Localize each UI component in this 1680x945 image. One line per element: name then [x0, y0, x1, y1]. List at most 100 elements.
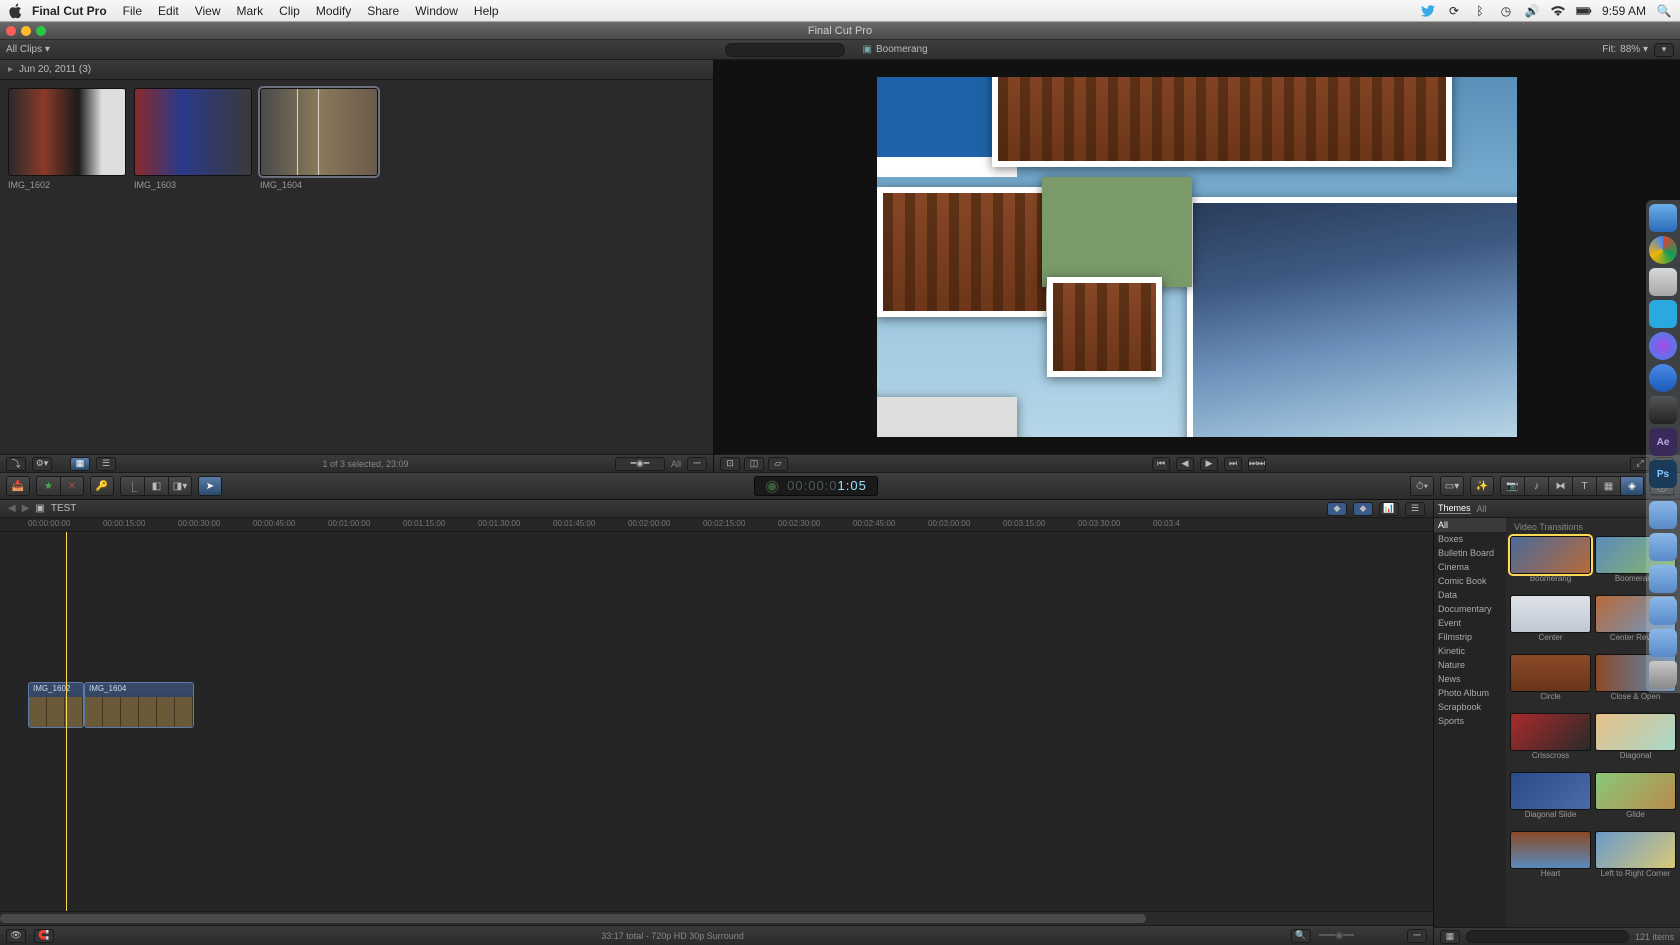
- timeline-history-fwd-icon[interactable]: ▶: [22, 503, 30, 514]
- dock-twitter-icon[interactable]: [1649, 300, 1677, 328]
- effects-new-button[interactable]: ▦: [1440, 930, 1460, 944]
- effects-category-item[interactable]: Kinetic: [1434, 644, 1506, 658]
- clip-item[interactable]: IMG_1602: [8, 88, 126, 190]
- viewer-settings-button[interactable]: ▾: [1654, 43, 1674, 57]
- playhead[interactable]: [66, 532, 67, 911]
- timeline-clip[interactable]: IMG_1604: [84, 682, 194, 728]
- themes-tab[interactable]: Themes: [1438, 503, 1471, 514]
- effects-category-item[interactable]: Filmstrip: [1434, 630, 1506, 644]
- dock-folder-icon[interactable]: [1649, 501, 1677, 529]
- sync-icon[interactable]: ⟳: [1446, 3, 1462, 19]
- twitter-icon[interactable]: [1420, 3, 1436, 19]
- favorite-button[interactable]: ★: [36, 476, 60, 496]
- retiming-button[interactable]: ⏱▾: [1410, 476, 1434, 496]
- effects-category-item[interactable]: Documentary: [1434, 602, 1506, 616]
- dock-finder-icon[interactable]: [1649, 204, 1677, 232]
- menu-modify[interactable]: Modify: [316, 4, 351, 18]
- enhance-button[interactable]: ✨: [1470, 476, 1494, 496]
- volume-icon[interactable]: 🔊: [1524, 3, 1540, 19]
- timeline-body[interactable]: IMG_1602 IMG_1604: [0, 532, 1433, 911]
- menu-edit[interactable]: Edit: [158, 4, 179, 18]
- timeline-clip[interactable]: IMG_1602: [28, 682, 84, 728]
- event-header[interactable]: ▸ Jun 20, 2011 (3): [0, 60, 713, 80]
- transitions-browser-button[interactable]: ⧓: [1548, 476, 1572, 496]
- clip-appearance-button[interactable]: ⎓: [1407, 929, 1427, 943]
- music-browser-button[interactable]: ♪: [1524, 476, 1548, 496]
- distort-button[interactable]: ▱: [768, 457, 788, 471]
- reject-button[interactable]: ✕: [60, 476, 84, 496]
- zoom-out-icon[interactable]: 🔍: [1291, 929, 1311, 943]
- viewer-canvas[interactable]: [714, 60, 1680, 454]
- dock-folder-icon[interactable]: [1649, 629, 1677, 657]
- filmstrip-view-button[interactable]: ▦: [70, 457, 90, 471]
- effects-item[interactable]: Center: [1510, 595, 1591, 650]
- viewer-fit-dropdown[interactable]: 88% ▾: [1620, 44, 1648, 55]
- dock-appstore-icon[interactable]: [1649, 364, 1677, 392]
- menubar-clock[interactable]: 9:59 AM: [1602, 4, 1646, 18]
- effects-category-item[interactable]: News: [1434, 672, 1506, 686]
- photos-browser-button[interactable]: 📷: [1500, 476, 1524, 496]
- import-button[interactable]: ⤵: [6, 457, 26, 471]
- effects-item[interactable]: Diagonal: [1595, 713, 1676, 768]
- timeline-index-button[interactable]: ◆: [1327, 502, 1347, 516]
- clip-appearance-button[interactable]: ⎓: [687, 457, 707, 471]
- effects-category-item[interactable]: Sports: [1434, 714, 1506, 728]
- menu-help[interactable]: Help: [474, 4, 499, 18]
- dock-itunes-icon[interactable]: [1649, 332, 1677, 360]
- skimming-button[interactable]: 👁: [6, 929, 26, 943]
- clip-menu-button[interactable]: ▭▾: [1440, 476, 1464, 496]
- dock-aftereffects-icon[interactable]: Ae: [1649, 428, 1677, 456]
- effects-category-item[interactable]: Bulletin Board: [1434, 546, 1506, 560]
- clip-item[interactable]: IMG_1603: [134, 88, 252, 190]
- browser-settings-button[interactable]: ⚙▾: [32, 457, 52, 471]
- menu-share[interactable]: Share: [367, 4, 399, 18]
- dock-folder-icon[interactable]: [1649, 597, 1677, 625]
- menu-window[interactable]: Window: [415, 4, 458, 18]
- effects-category-item[interactable]: Nature: [1434, 658, 1506, 672]
- select-tool-button[interactable]: ➤: [198, 476, 222, 496]
- effects-category-item[interactable]: All: [1434, 518, 1506, 532]
- effects-item[interactable]: Crisscross: [1510, 713, 1591, 768]
- zoom-window-button[interactable]: [36, 26, 46, 36]
- audio-meter-icon[interactable]: 📊: [1379, 502, 1399, 516]
- effects-category-item[interactable]: Event: [1434, 616, 1506, 630]
- minimize-window-button[interactable]: [21, 26, 31, 36]
- timemachine-icon[interactable]: ◷: [1498, 3, 1514, 19]
- timeline-zoom-slider[interactable]: ━━━◉━━: [1319, 930, 1399, 941]
- append-button[interactable]: ◨▾: [168, 476, 192, 496]
- timeline-settings-button[interactable]: ☰: [1405, 502, 1425, 516]
- next-frame-button[interactable]: ⏭: [1224, 457, 1242, 471]
- list-view-button[interactable]: ☰: [96, 457, 116, 471]
- dock-photoshop-icon[interactable]: Ps: [1649, 460, 1677, 488]
- timeline-ruler[interactable]: 00:00:00:0000:00:15:0000:00:30:0000:00:4…: [0, 518, 1433, 532]
- play-button[interactable]: ▶: [1200, 457, 1218, 471]
- transform-button[interactable]: ⊡: [720, 457, 740, 471]
- effects-category-item[interactable]: Data: [1434, 588, 1506, 602]
- effects-search-input[interactable]: [1466, 930, 1629, 943]
- dock-chrome-icon[interactable]: [1649, 236, 1677, 264]
- crop-button[interactable]: ◫: [744, 457, 764, 471]
- menu-clip[interactable]: Clip: [279, 4, 300, 18]
- timecode-display[interactable]: ◉ 00:00:01:05: [754, 476, 878, 496]
- menu-mark[interactable]: Mark: [237, 4, 264, 18]
- effects-category-item[interactable]: Comic Book: [1434, 574, 1506, 588]
- effects-item[interactable]: Circle: [1510, 654, 1591, 709]
- spotlight-icon[interactable]: 🔍: [1656, 3, 1672, 19]
- insert-button[interactable]: ◧: [144, 476, 168, 496]
- effects-category-item[interactable]: Scrapbook: [1434, 700, 1506, 714]
- effects-item[interactable]: Diagonal Slide: [1510, 772, 1591, 827]
- timeline-clip-button[interactable]: ◆: [1353, 502, 1373, 516]
- browser-search-input[interactable]: [725, 43, 845, 57]
- effects-item[interactable]: Heart: [1510, 831, 1591, 886]
- timeline-history-back-icon[interactable]: ◀: [8, 503, 16, 514]
- dock-trash-icon[interactable]: [1649, 661, 1677, 689]
- effects-category-item[interactable]: Photo Album: [1434, 686, 1506, 700]
- snapping-button[interactable]: 🧲: [34, 929, 54, 943]
- disclosure-triangle-icon[interactable]: ▸: [8, 64, 13, 75]
- bluetooth-icon[interactable]: ᛒ: [1472, 3, 1488, 19]
- themes-browser-button[interactable]: ◈: [1620, 476, 1644, 496]
- dock-fcp-icon[interactable]: [1649, 396, 1677, 424]
- wifi-icon[interactable]: [1550, 3, 1566, 19]
- effects-category-item[interactable]: Cinema: [1434, 560, 1506, 574]
- close-window-button[interactable]: [6, 26, 16, 36]
